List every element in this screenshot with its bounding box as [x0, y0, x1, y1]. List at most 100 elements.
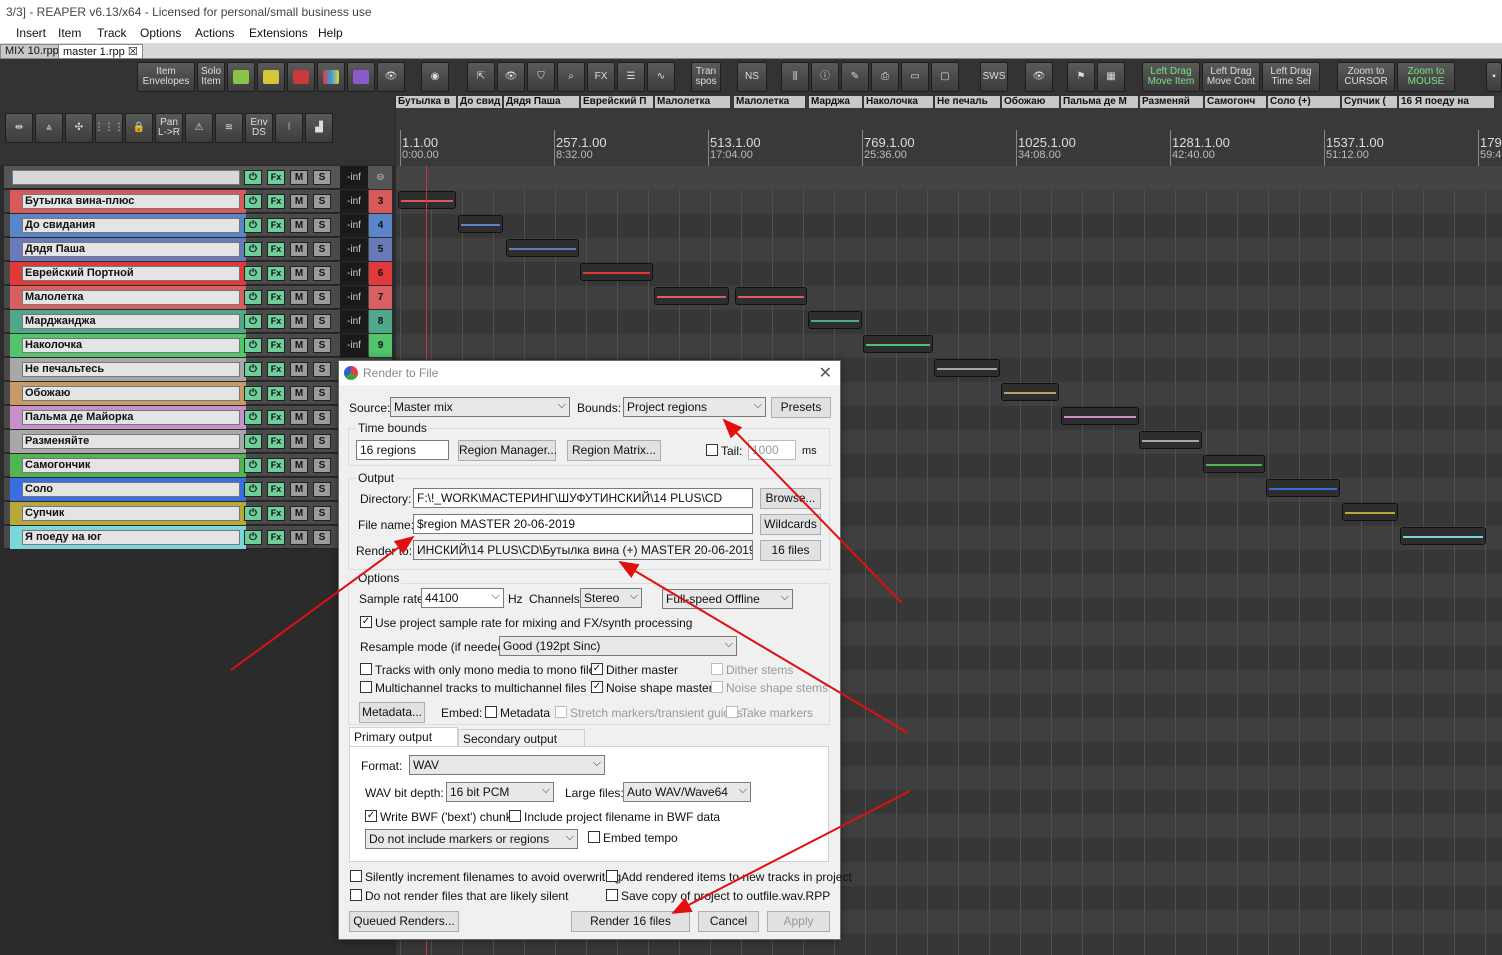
large-files-select[interactable]: Auto WAV/Wave64 ⌵ [623, 782, 751, 802]
eye-icon[interactable]: 👁 [377, 62, 405, 92]
power-icon[interactable]: ⏻ [244, 218, 262, 233]
left-drag-time-sel-button[interactable]: Left Drag Time Sel [1262, 62, 1320, 92]
grid-icon[interactable]: ▦ [1097, 62, 1125, 92]
mute-red-icon[interactable] [287, 62, 315, 92]
media-item[interactable] [1400, 527, 1486, 545]
fx-button[interactable]: Fx [267, 482, 285, 497]
render-button[interactable]: Render 16 files [571, 911, 690, 932]
menu-help[interactable]: Help [318, 26, 343, 40]
eye-settings-icon[interactable]: 👁 [1025, 62, 1053, 92]
ns-button[interactable]: NS [737, 62, 767, 92]
solo-button[interactable]: S [313, 170, 331, 185]
media-item[interactable] [1139, 431, 1202, 449]
solo-button[interactable]: S [313, 386, 331, 401]
solo-button[interactable]: S [313, 506, 331, 521]
mute-button[interactable]: M [290, 506, 308, 521]
color-icon[interactable] [317, 62, 345, 92]
fx-button[interactable]: Fx [267, 314, 285, 329]
left-drag-move-cont-button[interactable]: Left Drag Move Cont [1202, 62, 1260, 92]
fx-button[interactable]: Fx [267, 506, 285, 521]
mute-button[interactable]: M [290, 482, 308, 497]
envelope-icon[interactable]: ≋ [215, 113, 243, 143]
power-icon[interactable]: ⏻ [244, 314, 262, 329]
solo-yellow-icon[interactable] [257, 62, 285, 92]
render-speed-select[interactable]: Full-speed Offline ⌵ [662, 589, 793, 609]
transpose-button[interactable]: Tran spos [691, 62, 721, 92]
fx-button[interactable]: Fx [267, 362, 285, 377]
warning-icon[interactable]: ⚠ [185, 113, 213, 143]
shield-icon[interactable]: ⛉ [527, 62, 555, 92]
media-item[interactable] [1342, 503, 1398, 521]
track-row[interactable]: Пальма де Майорка ⏻ Fx M S [4, 406, 392, 429]
track-name[interactable]: Не печальтесь [22, 362, 240, 377]
track-row[interactable]: Соло ⏻ Fx M S [4, 478, 392, 501]
region-label[interactable]: Супчик ( [1342, 96, 1398, 108]
power-icon[interactable]: ⏻ [244, 410, 262, 425]
power-icon[interactable]: ⏻ [244, 338, 262, 353]
track-row[interactable]: Бутылка вина-плюс ⏻ Fx M S -inf 3 [4, 190, 392, 213]
power-icon[interactable]: ⏻ [244, 194, 262, 209]
mute-button[interactable]: M [290, 386, 308, 401]
track-row[interactable]: Еврейский Портной ⏻ Fx M S -inf 6 [4, 262, 392, 285]
toolbar-overflow-icon[interactable]: ▪ [1486, 62, 1502, 92]
region-label[interactable]: Бутылка в [396, 96, 457, 108]
power-icon[interactable]: ⏻ [244, 362, 262, 377]
power-icon[interactable]: ⏻ [244, 242, 262, 257]
fx-button[interactable]: Fx [267, 458, 285, 473]
fx-icon[interactable]: FX [587, 62, 615, 92]
fx-button[interactable]: Fx [267, 266, 285, 281]
region-label[interactable]: Разменяй [1140, 96, 1204, 108]
glue-icon[interactable] [227, 62, 255, 92]
mute-button[interactable]: M [290, 434, 308, 449]
track-row[interactable]: До свидания ⏻ Fx M S -inf 4 [4, 214, 392, 237]
region-label[interactable]: До свид [458, 96, 503, 108]
fx-button[interactable]: Fx [267, 386, 285, 401]
region-label[interactable]: Наколочка [864, 96, 934, 108]
mono-tracks-checkbox[interactable] [360, 663, 372, 675]
master-track-name[interactable] [12, 170, 240, 185]
media-item[interactable] [580, 263, 653, 281]
track-row[interactable]: Дядя Паша ⏻ Fx M S -inf 5 [4, 238, 392, 261]
track-name[interactable]: Марджанджа [22, 314, 240, 329]
region-label[interactable]: Не печаль [935, 96, 1001, 108]
folder-icon[interactable]: ▭ [901, 62, 929, 92]
fx-button[interactable]: Fx [267, 338, 285, 353]
mute-button[interactable]: M [290, 338, 308, 353]
region-label[interactable]: Обожаю [1002, 96, 1060, 108]
menu-item[interactable]: Item [58, 26, 81, 40]
ripple-icon[interactable]: ⇹ [5, 113, 33, 143]
solo-button[interactable]: S [313, 362, 331, 377]
env-ds-button[interactable]: Env DS [245, 113, 273, 143]
timeline-ruler[interactable]: 1.1.00 0:00.00 257.1.00 8:32.00 513.1.00 17… [396, 108, 1502, 166]
track-name[interactable]: Супчик [22, 506, 240, 521]
solo-button[interactable]: S [313, 194, 331, 209]
fx-button[interactable]: Fx [267, 242, 285, 257]
solo-button[interactable]: S [313, 482, 331, 497]
take-markers-checkbox[interactable] [726, 706, 738, 718]
region-label[interactable]: 16 Я поеду на [1399, 96, 1495, 108]
visibility-icon[interactable]: 👁 [497, 62, 525, 92]
wildcards-button[interactable]: Wildcards [760, 514, 821, 535]
queued-renders-button[interactable]: Queued Renders... [349, 911, 459, 932]
mute-button[interactable]: M [290, 410, 308, 425]
noise-shape-stems-checkbox[interactable] [711, 681, 723, 693]
solo-button[interactable]: S [313, 266, 331, 281]
stretch-markers-checkbox[interactable] [555, 706, 567, 718]
zoom-to-cursor-button[interactable]: Zoom to CURSOR [1337, 62, 1395, 92]
media-item[interactable] [808, 311, 862, 329]
region-label[interactable]: Дядя Паша [504, 96, 580, 108]
solo-button[interactable]: S [313, 290, 331, 305]
item-envelopes-button[interactable]: Item Envelopes [137, 62, 195, 92]
menu-track[interactable]: Track [97, 26, 127, 40]
close-icon[interactable]: ✕ [819, 363, 832, 383]
track-name[interactable]: Дядя Паша [22, 242, 240, 257]
region-matrix-button[interactable]: Region Matrix... [567, 440, 661, 461]
track-name[interactable]: Наколочка [22, 338, 240, 353]
apply-button[interactable]: Apply [767, 911, 830, 932]
region-label[interactable]: Самогонч [1205, 96, 1267, 108]
camera-icon[interactable]: ⎙ [871, 62, 899, 92]
power-icon[interactable]: ⏻ [244, 386, 262, 401]
media-item[interactable] [458, 215, 503, 233]
spectral-icon[interactable]: ▟ [305, 113, 333, 143]
marker-icon[interactable]: ⚑ [1067, 62, 1095, 92]
